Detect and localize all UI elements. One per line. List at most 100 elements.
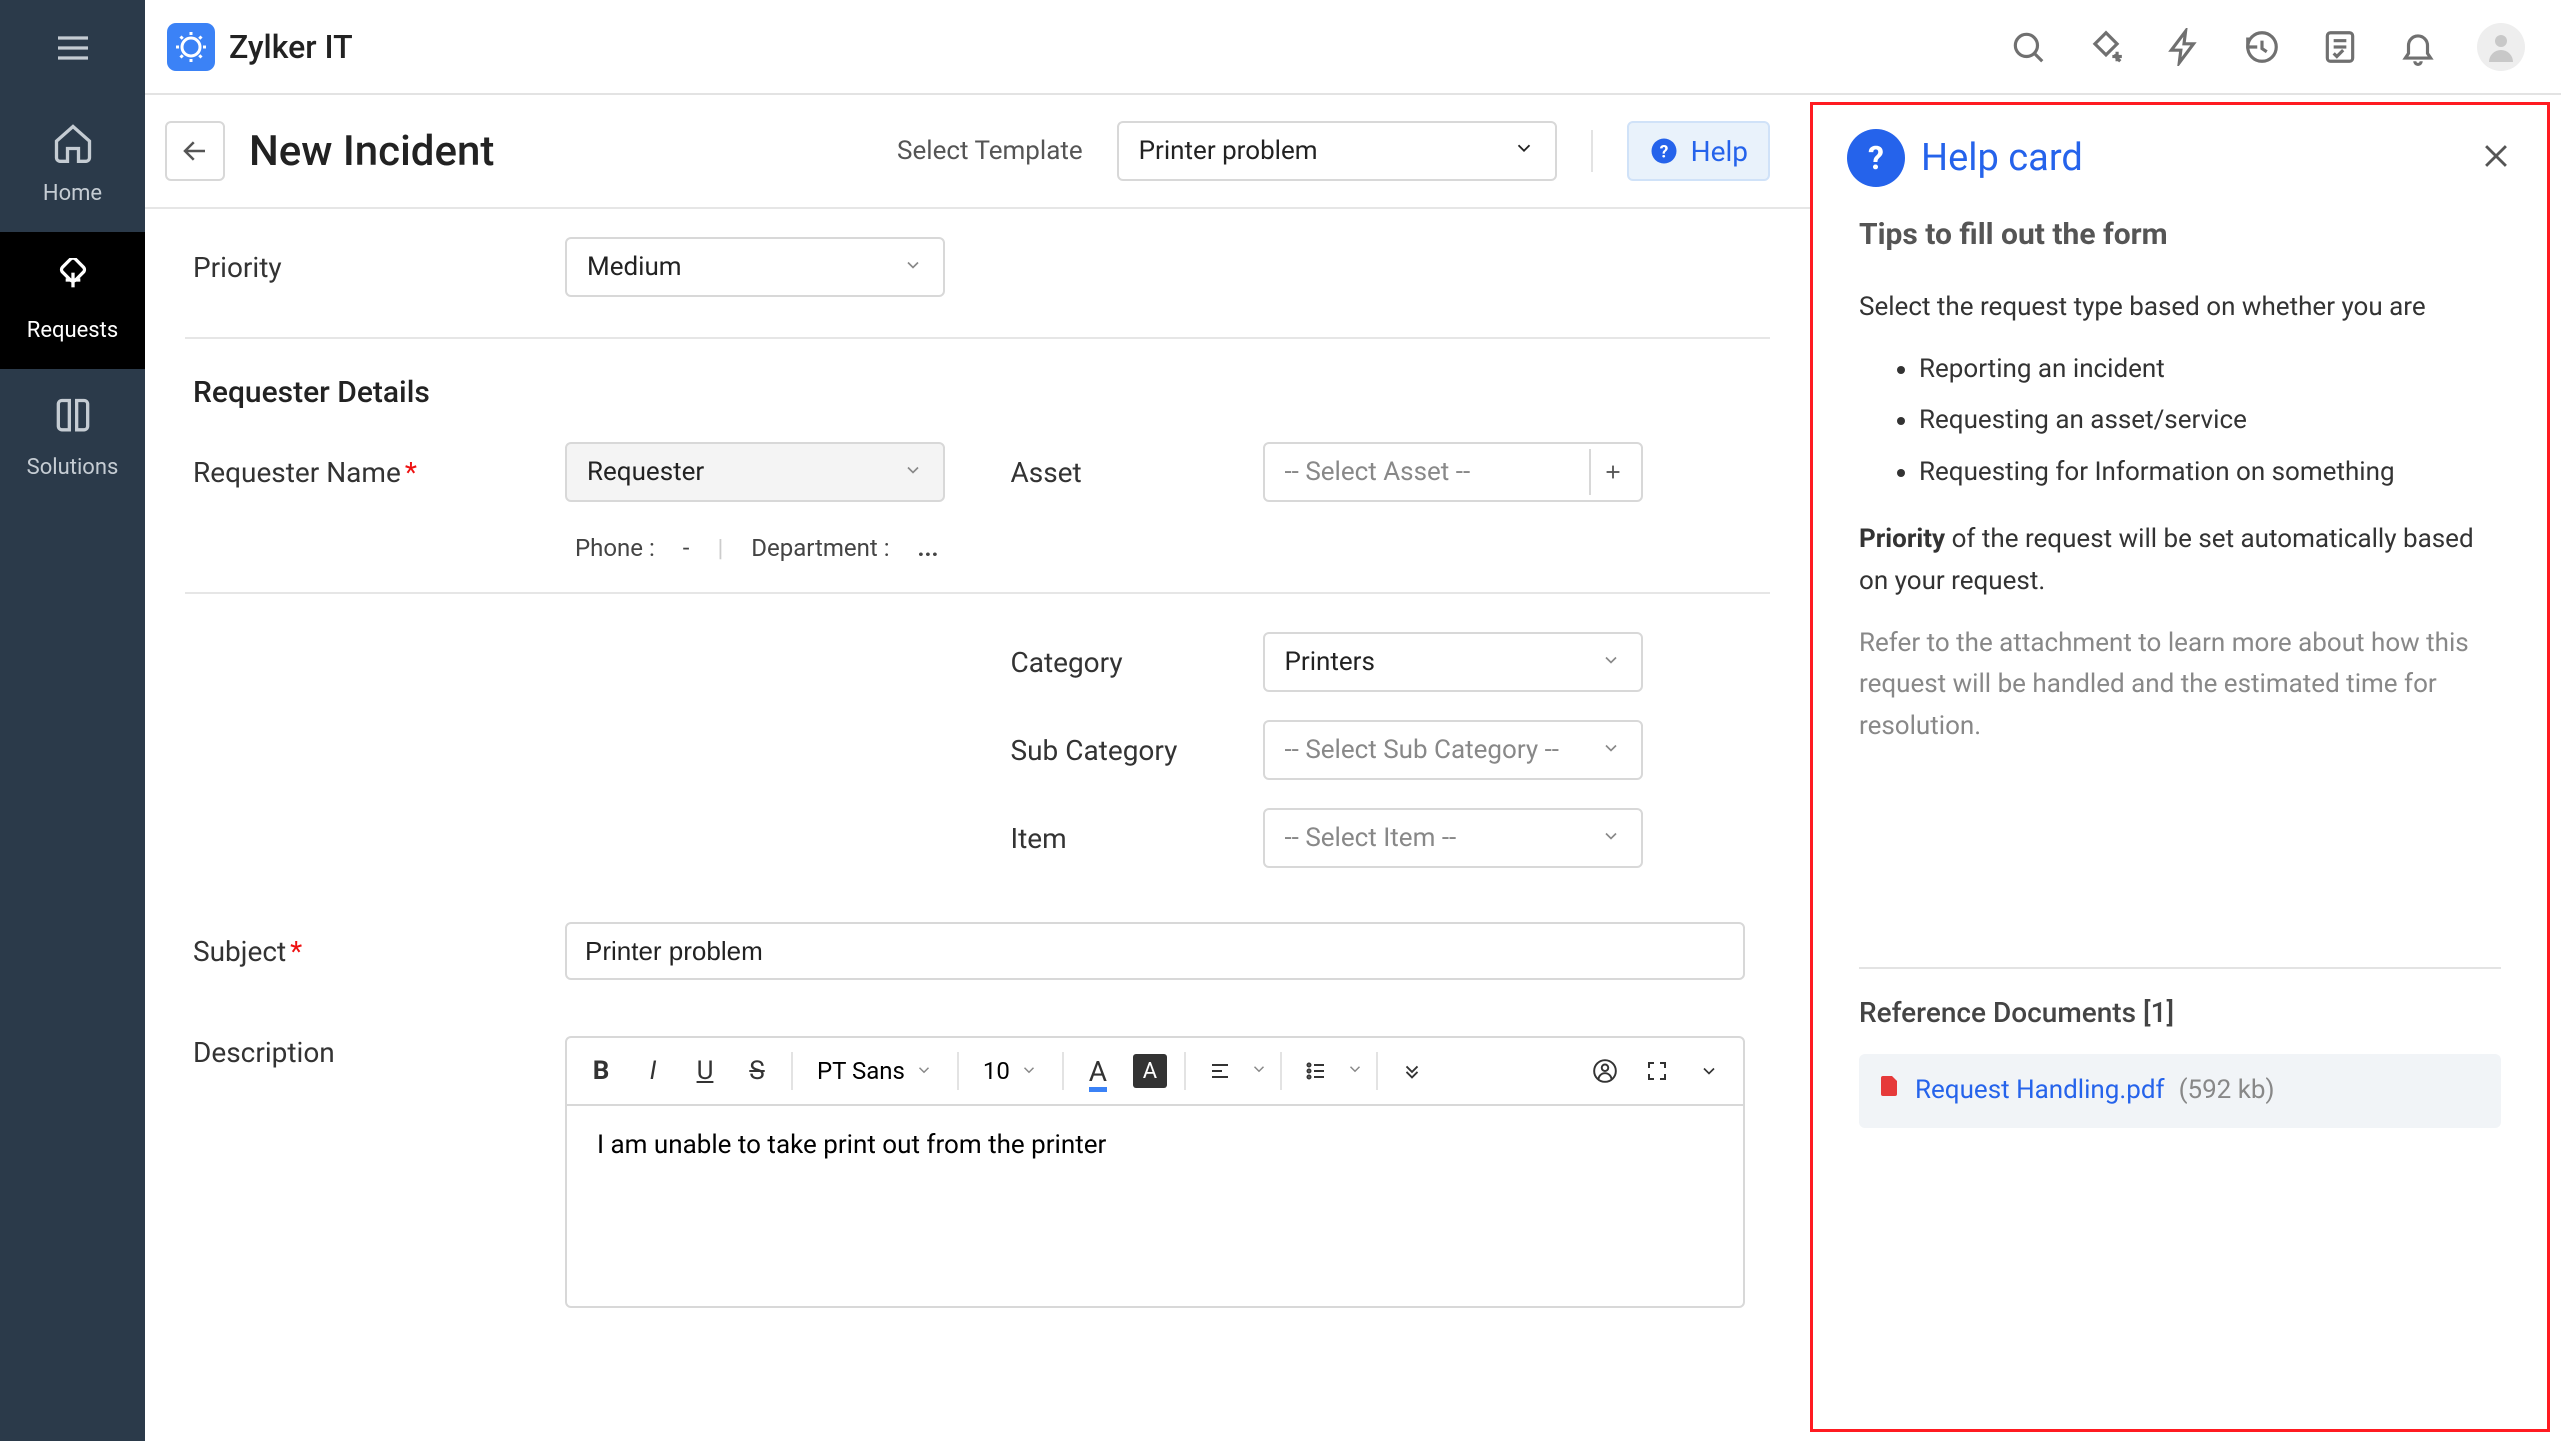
chevron-down-icon bbox=[1513, 136, 1535, 166]
list-dropdown-icon[interactable] bbox=[1346, 1060, 1364, 1082]
help-bullet: Requesting an asset/service bbox=[1919, 400, 2501, 442]
help-card-panel: ? Help card Tips to fill out the form Se… bbox=[1810, 102, 2550, 1432]
asset-label: Asset bbox=[1003, 456, 1263, 489]
history-icon[interactable] bbox=[2243, 28, 2281, 66]
bg-color-button[interactable]: A bbox=[1128, 1049, 1172, 1093]
subject-label: Subject* bbox=[185, 935, 565, 968]
rte-more-button[interactable] bbox=[1687, 1049, 1731, 1093]
notes-icon[interactable] bbox=[2321, 28, 2359, 66]
subject-input[interactable] bbox=[565, 922, 1745, 980]
priority-label: Priority bbox=[185, 251, 565, 284]
svg-text:?: ? bbox=[1659, 142, 1668, 162]
help-button-label: Help bbox=[1691, 135, 1748, 168]
template-label: Select Template bbox=[897, 136, 1083, 166]
underline-button[interactable]: U bbox=[683, 1049, 727, 1093]
asset-placeholder: -- Select Asset -- bbox=[1285, 457, 1471, 487]
requester-name-value: Requester bbox=[587, 457, 704, 487]
rich-text-editor: B I U S PT Sans 10 A A bbox=[565, 1036, 1745, 1308]
rte-toolbar: B I U S PT Sans 10 A A bbox=[567, 1038, 1743, 1106]
hamburger-menu-button[interactable] bbox=[0, 0, 145, 95]
template-value: Printer problem bbox=[1139, 136, 1318, 166]
requests-icon bbox=[51, 258, 95, 308]
align-dropdown-icon[interactable] bbox=[1250, 1060, 1268, 1082]
sidebar-item-label: Home bbox=[43, 181, 102, 206]
top-bar: Zylker IT bbox=[145, 0, 2561, 95]
brand-logo-icon bbox=[167, 23, 215, 71]
mention-button[interactable] bbox=[1583, 1049, 1627, 1093]
sidebar-item-label: Solutions bbox=[27, 455, 119, 480]
brand-name: Zylker IT bbox=[229, 28, 353, 66]
help-card-refer-text: Refer to the attachment to learn more ab… bbox=[1859, 623, 2501, 748]
chevron-down-icon bbox=[903, 457, 923, 487]
divider bbox=[1591, 130, 1593, 172]
phone-value: - bbox=[683, 534, 690, 562]
close-help-card-button[interactable] bbox=[2479, 139, 2513, 177]
bell-icon[interactable] bbox=[2399, 28, 2437, 66]
description-textarea[interactable]: I am unable to take print out from the p… bbox=[567, 1106, 1743, 1306]
priority-select[interactable]: Medium bbox=[565, 237, 945, 297]
help-card-title: Help card bbox=[1921, 136, 2083, 180]
template-select[interactable]: Printer problem bbox=[1117, 121, 1557, 181]
item-placeholder: -- Select Item -- bbox=[1285, 823, 1457, 853]
chevron-down-icon bbox=[1601, 647, 1621, 677]
subcategory-label: Sub Category bbox=[1003, 734, 1263, 767]
subcategory-placeholder: -- Select Sub Category -- bbox=[1285, 735, 1560, 765]
item-label: Item bbox=[1003, 822, 1263, 855]
sidebar-item-solutions[interactable]: Solutions bbox=[0, 369, 145, 506]
chevron-down-icon bbox=[903, 252, 923, 282]
priority-value: Medium bbox=[587, 252, 682, 282]
strikethrough-button[interactable]: S bbox=[735, 1049, 779, 1093]
pdf-icon bbox=[1877, 1070, 1901, 1112]
category-value: Printers bbox=[1285, 647, 1375, 677]
dept-value: ... bbox=[918, 534, 939, 562]
list-button[interactable] bbox=[1294, 1049, 1338, 1093]
search-icon[interactable] bbox=[2009, 28, 2047, 66]
chevron-down-icon bbox=[1601, 823, 1621, 853]
item-select[interactable]: -- Select Item -- bbox=[1263, 808, 1643, 868]
font-family-select[interactable]: PT Sans bbox=[805, 1057, 945, 1085]
font-size-select[interactable]: 10 bbox=[971, 1057, 1050, 1085]
meta-separator: | bbox=[717, 534, 723, 562]
solutions-icon bbox=[51, 395, 95, 445]
refdoc-item[interactable]: Request Handling.pdf (592 kb) bbox=[1859, 1054, 2501, 1128]
new-request-icon[interactable] bbox=[2087, 28, 2125, 66]
category-select[interactable]: Printers bbox=[1263, 632, 1643, 692]
text-color-button[interactable]: A bbox=[1076, 1049, 1120, 1093]
phone-label: Phone : bbox=[575, 534, 655, 562]
help-bullet: Reporting an incident bbox=[1919, 349, 2501, 391]
help-card-bullets: Reporting an incident Requesting an asse… bbox=[1859, 349, 2501, 494]
align-button[interactable] bbox=[1198, 1049, 1242, 1093]
page-title: New Incident bbox=[249, 127, 494, 176]
sidebar-item-label: Requests bbox=[27, 318, 118, 343]
refdoc-size: (592 kb) bbox=[2179, 1070, 2275, 1112]
requester-section-title: Requester Details bbox=[185, 339, 1770, 428]
refdocs-title: Reference Documents [1] bbox=[1859, 991, 2501, 1036]
chevron-down-icon bbox=[1601, 735, 1621, 765]
help-card-subtitle: Tips to fill out the form bbox=[1859, 211, 2501, 259]
brand: Zylker IT bbox=[167, 23, 353, 71]
form-panel: New Incident Select Template Printer pro… bbox=[145, 95, 1810, 1441]
dept-label: Department : bbox=[751, 534, 889, 562]
italic-button[interactable]: I bbox=[631, 1049, 675, 1093]
requester-name-label: Requester Name* bbox=[185, 456, 565, 489]
sidebar-item-home[interactable]: Home bbox=[0, 95, 145, 232]
help-bullet: Requesting for Information on something bbox=[1919, 452, 2501, 494]
requester-name-select[interactable]: Requester bbox=[565, 442, 945, 502]
asset-select[interactable]: -- Select Asset -- bbox=[1263, 442, 1643, 502]
fullscreen-button[interactable] bbox=[1635, 1049, 1679, 1093]
help-card-icon: ? bbox=[1847, 129, 1905, 187]
description-label: Description bbox=[185, 1036, 565, 1069]
help-card-intro: Select the request type based on whether… bbox=[1859, 287, 2501, 329]
help-card-priority-text: Priority of the request will be set auto… bbox=[1859, 519, 2501, 602]
left-sidebar: Home Requests Solutions bbox=[0, 0, 145, 1441]
home-icon bbox=[51, 121, 95, 171]
lightning-icon[interactable] bbox=[2165, 28, 2203, 66]
more-toggle-button[interactable] bbox=[1390, 1049, 1434, 1093]
back-button[interactable] bbox=[165, 121, 225, 181]
add-asset-button[interactable] bbox=[1589, 449, 1635, 495]
help-toggle-button[interactable]: ? Help bbox=[1627, 121, 1770, 181]
bold-button[interactable]: B bbox=[579, 1049, 623, 1093]
subcategory-select[interactable]: -- Select Sub Category -- bbox=[1263, 720, 1643, 780]
sidebar-item-requests[interactable]: Requests bbox=[0, 232, 145, 369]
user-avatar[interactable] bbox=[2477, 23, 2525, 71]
